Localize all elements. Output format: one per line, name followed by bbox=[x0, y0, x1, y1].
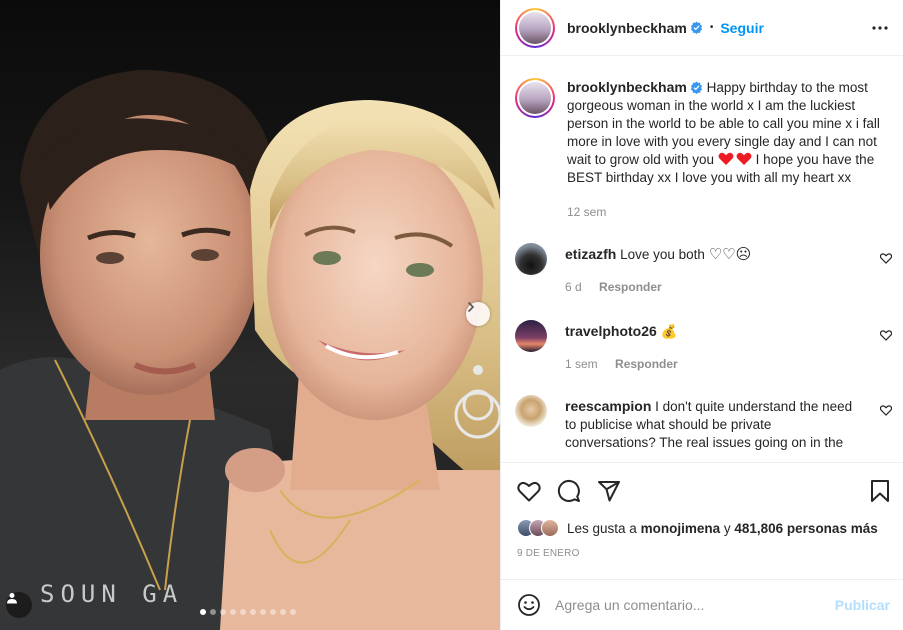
more-options-icon[interactable] bbox=[871, 19, 889, 37]
emoji-button[interactable] bbox=[517, 593, 541, 617]
post-media[interactable]: SOUN GA bbox=[0, 0, 500, 630]
heart-outline-icon bbox=[879, 405, 893, 416]
like-comment-button[interactable] bbox=[879, 251, 893, 269]
comment-username[interactable]: etizazfh bbox=[565, 246, 616, 262]
author-avatar[interactable] bbox=[515, 7, 555, 48]
likers-avatars[interactable] bbox=[517, 519, 559, 537]
user-icon bbox=[7, 593, 17, 604]
caption-avatar[interactable] bbox=[515, 78, 555, 118]
reply-button[interactable]: Responder bbox=[615, 357, 678, 371]
heart-outline-icon bbox=[879, 330, 893, 341]
post-date: 9 DE ENERO bbox=[517, 548, 580, 559]
post-photo: SOUN GA bbox=[0, 70, 500, 630]
like-comment-button[interactable] bbox=[879, 403, 893, 421]
comment-username[interactable]: reescampion bbox=[565, 398, 651, 414]
share-button[interactable] bbox=[597, 479, 621, 503]
commenter-avatar[interactable] bbox=[515, 395, 547, 427]
chevron-right-icon bbox=[468, 302, 474, 312]
post-side-panel: brooklynbeckham • Seguir brooklynbeckham… bbox=[500, 0, 903, 630]
carousel-dot bbox=[240, 609, 246, 615]
comments-list[interactable]: brooklynbeckham Happy birthday to the mo… bbox=[501, 56, 903, 462]
caption-time: 12 sem bbox=[567, 205, 607, 219]
follow-button[interactable]: Seguir bbox=[720, 20, 764, 36]
carousel-dot bbox=[270, 609, 276, 615]
comment-bubble-icon bbox=[557, 480, 580, 502]
comment-button[interactable] bbox=[557, 479, 581, 503]
verified-badge-icon bbox=[690, 81, 702, 94]
comment-username[interactable]: travelphoto26 bbox=[565, 323, 657, 339]
header-separator: • bbox=[709, 22, 714, 33]
caption-username[interactable]: brooklynbeckham bbox=[567, 79, 687, 95]
verified-badge-icon bbox=[690, 21, 702, 34]
add-comment-bar: Publicar bbox=[501, 579, 903, 630]
likes-count[interactable]: 481,806 personas más bbox=[734, 521, 877, 536]
paper-plane-icon bbox=[598, 481, 620, 502]
comment-time: 6 d bbox=[565, 280, 582, 294]
author-username[interactable]: brooklynbeckham bbox=[567, 20, 687, 36]
carousel-dot bbox=[250, 609, 256, 615]
heart-outline-icon bbox=[517, 481, 541, 502]
post-actions: Les gusta a monojimena y 481,806 persona… bbox=[501, 462, 903, 559]
comment-emoji: ♡♡☹ bbox=[708, 246, 752, 263]
carousel-dot bbox=[220, 609, 226, 615]
carousel-dot bbox=[260, 609, 266, 615]
carousel-dot bbox=[290, 609, 296, 615]
shirt-print: SOUN GA bbox=[40, 580, 183, 608]
carousel-dot bbox=[280, 609, 286, 615]
liker-username[interactable]: monojimena bbox=[641, 521, 721, 536]
post-caption: brooklynbeckham Happy birthday to the mo… bbox=[501, 56, 903, 221]
comment-time: 1 sem bbox=[565, 357, 598, 371]
comment-item: travelphoto26 💰 1 sem Responder bbox=[501, 320, 903, 373]
comment-item: etizazfh Love you both ♡♡☹ 6 d Responder bbox=[501, 243, 903, 296]
red-heart-icon bbox=[718, 152, 734, 165]
carousel-dot bbox=[230, 609, 236, 615]
bookmark-icon bbox=[871, 480, 889, 502]
save-button[interactable] bbox=[870, 480, 890, 502]
commenter-avatar[interactable] bbox=[515, 320, 547, 352]
likes-prefix: Les gusta a bbox=[567, 520, 637, 536]
like-button[interactable] bbox=[517, 480, 541, 502]
heart-outline-icon bbox=[879, 253, 893, 264]
likes-summary: Les gusta a monojimena y 481,806 persona… bbox=[517, 519, 890, 537]
carousel-dot bbox=[200, 609, 206, 615]
comment-text: Love you both bbox=[620, 247, 705, 262]
comment-emoji: 💰 bbox=[660, 324, 678, 339]
post-comment-button[interactable]: Publicar bbox=[835, 597, 890, 613]
next-slide-button[interactable] bbox=[466, 302, 490, 326]
red-heart-icon bbox=[736, 152, 752, 165]
smiley-icon bbox=[518, 594, 540, 616]
tagged-users-button[interactable] bbox=[6, 592, 32, 618]
likes-connector: y bbox=[723, 520, 731, 536]
post-header: brooklynbeckham • Seguir bbox=[501, 0, 903, 56]
reply-button[interactable]: Responder bbox=[599, 280, 662, 294]
comment-item: reescampion I don't quite understand the… bbox=[501, 395, 903, 452]
carousel-dot bbox=[210, 609, 216, 615]
commenter-avatar[interactable] bbox=[515, 243, 547, 275]
comment-input[interactable] bbox=[555, 597, 835, 613]
like-comment-button[interactable] bbox=[879, 328, 893, 346]
carousel-indicator bbox=[200, 609, 296, 615]
